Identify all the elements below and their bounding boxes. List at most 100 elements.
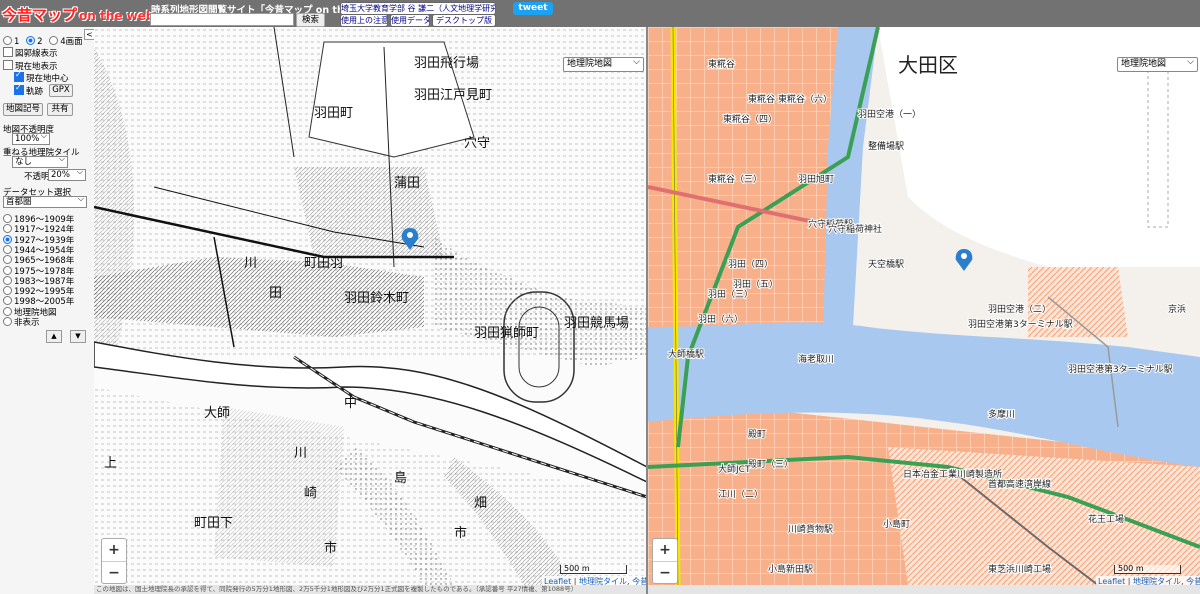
new-place-label: 穴守稲荷神社 — [828, 223, 882, 235]
modern-map-footer-bar — [648, 585, 1200, 594]
new-place-label: 海老取川 — [798, 353, 834, 365]
modern-map-pane[interactable]: 大田区 東糀谷 東糀谷（四） 東糀谷（五） 東糀谷（六） 羽田空港（一） 整備場駅 羽田旭町穴… — [648, 27, 1200, 585]
old-place-label: 市 — [454, 525, 467, 541]
old-place-label: 羽田町 — [314, 106, 353, 121]
period-radio[interactable] — [3, 306, 12, 316]
period-radio[interactable] — [3, 255, 12, 265]
old-place-label: 川 — [294, 446, 307, 461]
konjaku-link-modern[interactable]: 今昔マップ — [1186, 577, 1200, 585]
old-map-zoom-out-button[interactable]: − — [102, 562, 126, 584]
new-place-label: 日本冶金工業川崎製造所 — [903, 468, 1002, 480]
old-map-zoom-in-button[interactable]: + — [102, 539, 126, 562]
leaflet-link[interactable]: Leaflet — [544, 577, 571, 585]
period-radio[interactable] — [3, 286, 12, 296]
new-place-label: 羽田空港（二） — [988, 303, 1051, 315]
opacity-select[interactable]: 100% — [12, 131, 50, 145]
grid-lines-checkbox[interactable] — [3, 47, 13, 57]
track-label: 軌跡 — [26, 87, 44, 97]
period-down-button[interactable]: ▼ — [70, 330, 86, 343]
new-place-label: 東糀谷 — [708, 58, 735, 70]
overlay-tile-select[interactable]: なし — [12, 154, 68, 168]
old-place-label: 市 — [324, 540, 337, 556]
modern-map-zoom-control: + − — [652, 538, 678, 584]
new-place-label: 羽田（五） — [733, 279, 778, 290]
old-map-pane[interactable]: 羽田飛行場 羽田江戸見町 羽田町 穴守 蒲田 羽田競馬場 町田羽川羽田鈴木町田羽田猟師町中大… — [94, 27, 647, 585]
leaflet-link-modern[interactable]: Leaflet — [1098, 577, 1125, 585]
search-button[interactable]: 検索 — [296, 13, 325, 27]
center-location-checkbox[interactable] — [14, 70, 24, 82]
view-1-radio[interactable] — [3, 36, 12, 45]
new-place-label: 東芝浜川崎工場 — [988, 563, 1051, 575]
new-place-label: 江川（二） — [718, 489, 763, 500]
new-place-label: 東糀谷（六） — [778, 93, 832, 105]
logo-title-en: on the web — [79, 9, 155, 23]
control-sidebar: 1 2 4画面 図郭線表示 現在地表示 現在地中心 軌跡 GPX 地図記号 共有… — [0, 27, 94, 594]
new-place-label: 羽田空港第3ターミナル駅 — [968, 318, 1073, 330]
old-map-scale-bar: 500 m — [560, 565, 627, 574]
tweet-button[interactable]: tweet — [513, 2, 553, 15]
track-checkbox[interactable] — [14, 83, 24, 95]
center-location-label: 現在地中心 — [26, 74, 69, 84]
desktop-version-button[interactable]: デスクトップ版 — [432, 14, 496, 27]
dataset-select[interactable]: 首都圏 — [3, 194, 87, 208]
modern-gsi-map[interactable]: 大田区東糀谷東糀谷（四）東糀谷（五）東糀谷（六）羽田空港（一）整備場駅羽田旭町穴… — [648, 27, 1200, 585]
show-location-checkbox-row[interactable]: 現在地表示 — [3, 60, 58, 72]
period-radio[interactable] — [3, 317, 12, 326]
map-symbols-button[interactable]: 地図記号 — [3, 103, 43, 116]
share-button[interactable]: 共有 — [47, 103, 73, 116]
old-map-layer-select[interactable]: 地理院地図 — [563, 56, 644, 72]
new-place-label: 京浜 — [1168, 303, 1186, 315]
gsi-tile-link[interactable]: 地理院タイル — [579, 577, 627, 585]
old-map-zoom-control: + − — [101, 538, 127, 584]
old-place-label: 羽田飛行場 — [414, 56, 479, 71]
period-radio[interactable] — [3, 265, 12, 275]
period-radio[interactable] — [3, 224, 12, 234]
show-location-checkbox[interactable] — [3, 60, 13, 70]
new-place-label: 大師橋駅 — [668, 348, 704, 360]
new-place-label: 大師JCT — [718, 463, 751, 475]
period-option[interactable]: 非表示 — [3, 316, 40, 328]
grid-lines-checkbox-row[interactable]: 図郭線表示 — [3, 47, 58, 59]
center-location-checkbox-row[interactable]: 現在地中心 — [14, 70, 69, 84]
old-place-label: 町田下 — [194, 516, 233, 531]
new-place-label: 多摩川 — [988, 408, 1015, 420]
new-place-label: 殿町（三） — [748, 459, 793, 470]
new-place-label: 小島新田駅 — [768, 563, 813, 575]
new-place-label: 川崎貨物駅 — [788, 523, 833, 535]
view-1-label: 1 — [14, 37, 20, 47]
period-radio[interactable] — [3, 234, 12, 244]
period-radio[interactable] — [3, 275, 12, 285]
gpx-button[interactable]: GPX — [49, 84, 73, 97]
period-radio[interactable] — [3, 296, 12, 306]
new-place-label: 羽田空港第3ターミナル駅 — [1068, 363, 1173, 375]
old-topographic-map[interactable]: 羽田飛行場羽田江戸見町羽田町穴守蒲田羽田競馬場町田羽川羽田鈴木町田羽田猟師町中大… — [94, 27, 647, 585]
top-header: 今昔マップ on the web 時系列地形図閲覧サイト「今昔マップ on the… — [0, 0, 1200, 27]
old-place-label: 上 — [104, 456, 117, 471]
old-place-label: 田 — [269, 286, 282, 301]
new-place-label: 羽田旭町 — [798, 173, 834, 185]
new-place-label: 小島町 — [883, 518, 910, 530]
old-place-label: 羽田江戸見町 — [414, 88, 492, 103]
track-checkbox-row[interactable]: 軌跡 — [14, 83, 44, 97]
modern-map-layer-select[interactable]: 地理院地図 — [1117, 56, 1198, 72]
view-mode-radio-group: 1 2 4画面 — [3, 35, 83, 47]
konjaku-link[interactable]: 今昔マップ — [632, 577, 647, 585]
view-4-radio[interactable] — [49, 36, 59, 45]
data-used-button[interactable]: 使用データ — [390, 14, 430, 27]
period-radio[interactable] — [3, 214, 12, 223]
old-map-attribution: Leaflet | 地理院タイル, 今昔マップ — [542, 576, 647, 585]
overlay-opacity-select[interactable]: 20% — [48, 167, 86, 181]
view-2-label: 2 — [37, 37, 43, 47]
gsi-tile-link-modern[interactable]: 地理院タイル — [1133, 577, 1181, 585]
view-2-radio[interactable] — [26, 36, 36, 45]
site-logo[interactable]: 今昔マップ on the web — [2, 4, 154, 24]
new-place-label: 殿町 — [748, 429, 766, 440]
modern-map-zoom-out-button[interactable]: − — [653, 562, 677, 584]
period-radio[interactable] — [3, 244, 12, 254]
modern-map-zoom-in-button[interactable]: + — [653, 539, 677, 562]
usage-notes-button[interactable]: 使用上の注意 — [340, 14, 388, 27]
old-place-label: 畑 — [474, 496, 487, 511]
search-input[interactable] — [150, 13, 294, 26]
old-place-label: 大師 — [204, 406, 230, 421]
period-up-button[interactable]: ▲ — [46, 330, 62, 343]
